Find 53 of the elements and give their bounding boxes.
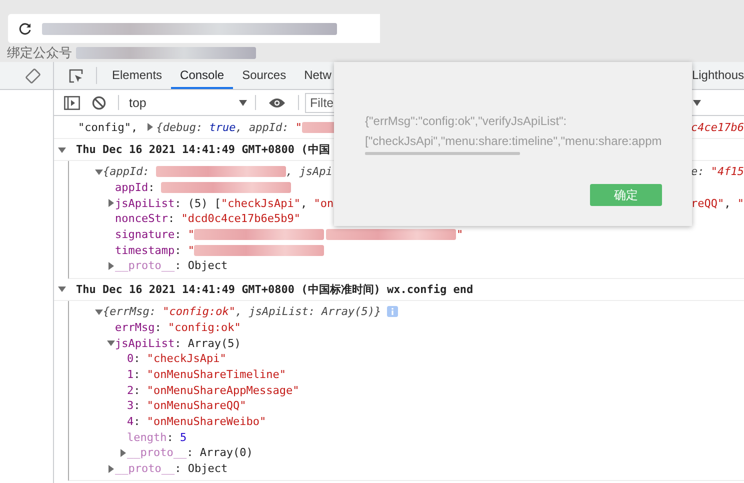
console-text: 4: "onMenuShareWeibo"	[127, 414, 266, 428]
console-text: jsApiList: (5) ["checkJsApi", "on	[115, 196, 334, 210]
console-text: jsApiList: Array(5)	[115, 336, 241, 350]
console-text: {appId:	[103, 165, 150, 178]
devtools-tab[interactable]: Elements	[103, 62, 172, 89]
console-text: reQQ", "	[691, 196, 744, 210]
expand-arrow-icon[interactable]	[95, 308, 103, 316]
console-text: 3: "onMenuShareQQ"	[127, 399, 246, 412]
collapse-arrow-icon[interactable]	[146, 123, 154, 131]
sidebar-icon[interactable]	[64, 96, 80, 110]
caret-icon[interactable]	[693, 100, 701, 106]
console-text: 1: "onMenuShareTimeline"	[127, 368, 286, 381]
inspect-icon[interactable]	[68, 68, 84, 84]
devtools-tab[interactable]: Sources	[233, 62, 296, 89]
console-text: __proto__: Object	[115, 259, 228, 272]
context-dropdown[interactable]: top	[125, 96, 249, 110]
expand-arrow-icon[interactable]	[95, 168, 103, 176]
scrollbar[interactable]	[365, 152, 520, 155]
console-text: "	[456, 228, 464, 242]
console-text: c4ce17b6	[691, 120, 744, 134]
console-text: Thu Dec 16 2021 14:41:49 GMT+0800 (中国标准时间) wx.config end	[76, 282, 474, 297]
expand-arrow-icon[interactable]	[58, 285, 66, 294]
dialog-text: ["checkJsApi","menu:share:timeline","menu:share:appm	[365, 133, 662, 150]
console-text: length: 5	[127, 430, 187, 444]
console-text: __proto__: Object	[115, 462, 228, 476]
collapse-arrow-icon[interactable]	[107, 262, 115, 270]
page-heading: 绑定公众号	[7, 44, 72, 62]
console-text: signature: "	[115, 228, 194, 242]
devtools-tab[interactable]: Lighthous	[688, 62, 744, 89]
reload-icon[interactable]	[18, 22, 32, 36]
console-text: {debug: true, appId: "	[156, 120, 302, 134]
console-text: timestamp: "	[115, 244, 194, 257]
expand-arrow-icon[interactable]	[58, 146, 66, 154]
eye-icon[interactable]	[268, 96, 286, 108]
collapse-arrow-icon[interactable]	[119, 448, 127, 457]
collapse-arrow-icon[interactable]	[107, 199, 115, 208]
console-text: 0: "checkJsApi"	[127, 352, 226, 366]
console-text: "config",	[78, 120, 139, 134]
caret-icon	[239, 100, 247, 106]
console-text: {errMsg: "config:ok", jsApiList: Array(5)}	[103, 305, 382, 318]
console-text: appId:	[115, 181, 156, 194]
rotate-icon[interactable]	[25, 68, 41, 84]
console-text: nonceStr: "dcd0c4ce17b6e5b9"	[115, 212, 300, 226]
console-text: __proto__: Array(0)	[127, 446, 253, 460]
dialog-text: {"errMsg":"config:ok","verifyJsApiList":	[365, 113, 568, 130]
expand-arrow-icon[interactable]	[107, 339, 115, 348]
console-text: Thu Dec 16 2021 14:41:49 GMT+0800 (中国	[76, 142, 330, 157]
devtools-tab[interactable]: Console	[171, 62, 234, 89]
console-text: , jsApi	[286, 165, 332, 178]
console-text: errMsg: "config:ok"	[115, 320, 241, 334]
console-text: 2: "onMenuShareAppMessage"	[127, 384, 300, 397]
collapse-arrow-icon[interactable]	[107, 464, 115, 473]
clear-icon[interactable]	[92, 96, 106, 110]
